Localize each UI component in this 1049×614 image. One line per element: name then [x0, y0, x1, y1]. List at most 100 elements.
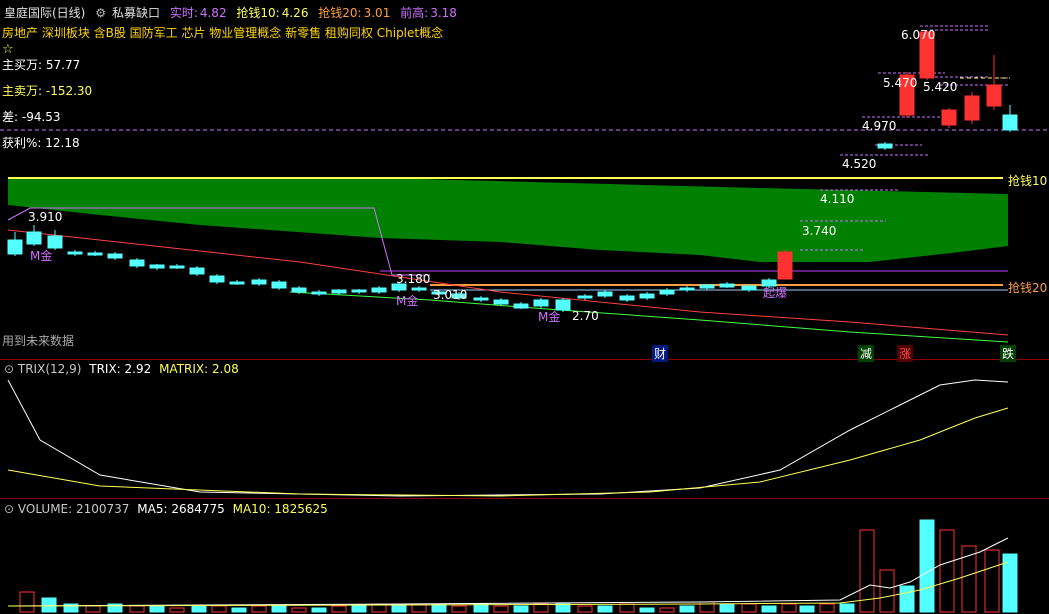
candle-body — [699, 284, 715, 289]
price-label-4520: 4.520 — [842, 157, 877, 171]
volume-bar — [85, 605, 101, 613]
volume-bar — [251, 605, 267, 613]
volume-bar — [555, 603, 571, 613]
zhang-badge[interactable]: 涨 — [897, 345, 914, 362]
candle-body — [189, 267, 205, 275]
volume-bar — [231, 607, 247, 613]
circle-dropdown-icon[interactable]: ⊙ — [4, 502, 14, 516]
panel-divider — [0, 359, 1049, 360]
candle-body — [271, 281, 287, 289]
price-label-3910: 3.910 — [28, 210, 63, 224]
volume-bar — [129, 605, 145, 613]
indicator-name[interactable]: 私募缺口 — [112, 6, 160, 20]
volume-bar — [597, 605, 613, 613]
candle-body — [351, 289, 367, 293]
profit-stat: 获利%: 12.18 — [2, 136, 80, 150]
candle-body — [87, 252, 103, 256]
die-badge[interactable]: 跌 — [1000, 345, 1017, 362]
volume-bar — [513, 605, 529, 613]
trix-header: ⊙ TRIX(12,9) TRIX: 2.92 MATRIX: 2.08 — [4, 362, 239, 376]
volume-bar — [939, 529, 955, 613]
candle-body — [473, 297, 489, 301]
volume-bar — [533, 603, 549, 613]
candle-body — [411, 287, 427, 291]
volume-bar — [451, 605, 467, 613]
candle-body — [777, 251, 793, 280]
candle-body — [291, 287, 307, 293]
price-label-3740: 3.740 — [802, 224, 837, 238]
candle-body — [513, 303, 529, 309]
volume-bar — [919, 519, 935, 613]
candle-body — [679, 287, 695, 291]
candle-body — [741, 285, 757, 291]
volume-bar — [659, 607, 675, 613]
volume-bar — [331, 605, 347, 613]
gear-icon[interactable]: ⚙ — [95, 6, 106, 20]
realtime-value: 4.82 — [199, 6, 227, 20]
panel-divider — [0, 498, 1049, 499]
volume-bar — [719, 603, 735, 613]
jian-badge[interactable]: 减 — [858, 345, 875, 362]
candle-body — [7, 239, 23, 255]
matrix-value: MATRIX: 2.08 — [159, 362, 239, 376]
volume-ma10-line — [7, 561, 1009, 607]
cai-badge[interactable]: 财 — [652, 345, 669, 362]
candle-body — [533, 299, 549, 307]
candle-body — [577, 295, 593, 299]
mjin-label-3: M金 — [538, 310, 561, 324]
volume-bar — [169, 607, 185, 613]
grab20-label: 抢钱20: — [318, 6, 362, 20]
candle-body — [26, 231, 42, 245]
candle-body — [619, 295, 635, 301]
volume-bar — [899, 585, 915, 613]
volume-bar — [984, 549, 1000, 613]
price-label-3180: 3.180 — [396, 272, 431, 286]
volume-bar — [577, 605, 593, 613]
candle-body — [597, 291, 613, 297]
candle-body — [941, 109, 957, 126]
candle-body — [331, 289, 347, 294]
volume-bar — [493, 605, 509, 613]
price-label-3010: 3.010 — [433, 288, 468, 302]
circle-dropdown-icon[interactable]: ⊙ — [4, 362, 14, 376]
stock-name[interactable]: 皇庭国际(日线) — [4, 6, 85, 20]
volume-bar — [741, 603, 757, 613]
matrix-line — [7, 407, 1009, 497]
realtime-label: 实时: — [169, 6, 198, 20]
qibao-label: 起爆 — [763, 286, 788, 300]
star-icon[interactable]: ☆ — [2, 42, 14, 57]
chart-header: 皇庭国际(日线) ⚙ 私募缺口 实时: 4.82 抢钱10: 4.26 抢钱20: 3.… — [4, 4, 463, 21]
candle-body — [129, 259, 145, 267]
candle-body — [964, 95, 980, 121]
volume-title[interactable]: VOLUME: 2100737 — [18, 502, 130, 516]
volume-bar — [839, 603, 855, 613]
main-sell-stat: 主卖万: -152.30 — [2, 84, 93, 98]
grab10-line-label: 抢钱10 — [1008, 174, 1048, 188]
mjin-label-2: M金 — [396, 294, 419, 308]
volume-bar — [879, 569, 895, 613]
candle-body — [719, 283, 735, 288]
ma5-value: MA5: 2684775 — [137, 502, 225, 516]
volume-bar — [291, 607, 307, 613]
candle-body — [371, 287, 387, 293]
volume-bar — [271, 605, 287, 613]
grab20-value: 3.01 — [363, 6, 391, 20]
volume-bar — [619, 603, 635, 613]
candle-body — [659, 289, 675, 295]
candle-body — [169, 265, 185, 269]
main-chart[interactable] — [0, 0, 1049, 614]
candle-body — [67, 251, 83, 255]
volume-bar — [679, 605, 695, 613]
future-data-notice: 用到未来数据 — [2, 334, 75, 348]
trix-title[interactable]: TRIX(12,9) — [18, 362, 82, 376]
volume-bar — [149, 605, 165, 613]
ma10-value: MA10: 1825625 — [232, 502, 328, 516]
volume-bar — [639, 607, 655, 613]
price-label-5470: 5.470 — [883, 76, 918, 90]
volume-bar — [781, 603, 797, 613]
volume-bar — [41, 597, 57, 613]
diff-stat: 差: -94.53 — [2, 110, 61, 124]
candle-body — [986, 84, 1002, 107]
volume-bar — [799, 605, 815, 613]
prev-high-label: 前高: — [400, 6, 429, 20]
